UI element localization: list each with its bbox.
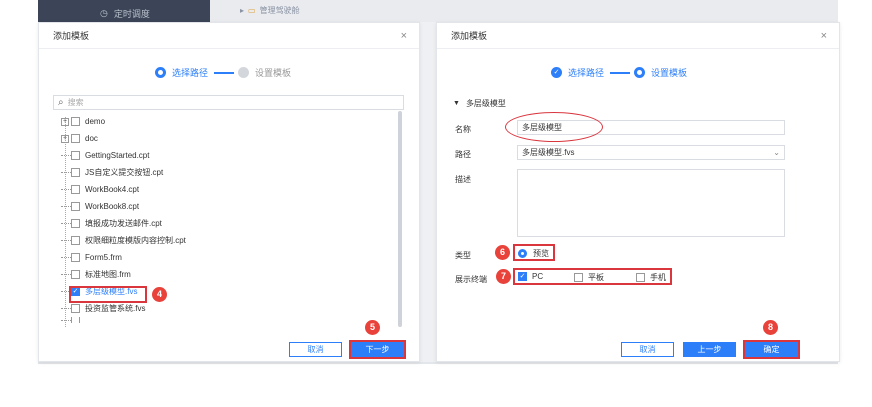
add-template-dialog-step2: 添加模板 × ✓ 选择路径 设置模板 ▼ 多层级模型 名称 多层级模型 路径 多… [436, 22, 840, 362]
folder-icon: ▭ [248, 6, 256, 15]
tree-file[interactable]: GettingStarted.cpt [61, 147, 391, 164]
step-badge-7: 7 [496, 269, 511, 284]
step-badge-8: 8 [763, 320, 778, 335]
tree-file[interactable]: 标准地图.frm [61, 266, 391, 283]
checkbox[interactable] [71, 317, 80, 323]
type-radio-preview[interactable]: 预览 [518, 248, 549, 259]
background-gap [420, 22, 436, 362]
tree-item-dashboard[interactable]: ▸ ▭ 管理驾驶舱 [240, 5, 300, 16]
step-connector [214, 71, 235, 74]
tree-connector [61, 155, 71, 156]
tree-file[interactable]: WorkBook8.cpt [61, 198, 391, 215]
tree-scrollbar[interactable] [398, 111, 402, 327]
highlight-confirm-button [743, 340, 800, 359]
annotation-ellipse [505, 112, 603, 142]
terminal-option-phone[interactable]: 手机 [636, 272, 666, 283]
tree-connector [61, 240, 71, 241]
expand-icon[interactable]: + [61, 117, 69, 126]
checkbox[interactable] [71, 185, 80, 194]
tree-file[interactable]: Form5.frm [61, 249, 391, 266]
step-badge-5: 5 [365, 320, 380, 335]
dialog-title: 添加模板 [53, 31, 90, 41]
radio-selected[interactable] [518, 249, 527, 258]
dialog-title: 添加模板 [451, 31, 488, 41]
highlight-selected-file [69, 286, 147, 303]
tree-file[interactable]: 权限细粒度模版内容控制.cpt [61, 232, 391, 249]
checkbox[interactable] [71, 202, 80, 211]
terminal-option-pc[interactable]: ✓ PC [518, 272, 543, 281]
tree-connector [61, 257, 71, 258]
checkbox[interactable] [71, 134, 80, 143]
sidebar-item-schedule[interactable]: ◷ 定时调度 [100, 7, 150, 20]
checkbox[interactable] [71, 236, 80, 245]
checkbox[interactable] [71, 270, 80, 279]
tree-file-partial[interactable] [61, 317, 391, 323]
clock-icon: ◷ [100, 8, 108, 18]
step-done-check-icon: ✓ [551, 67, 562, 78]
checkbox-checked[interactable]: ✓ [518, 272, 527, 281]
cancel-button[interactable]: 取消 [621, 342, 674, 357]
step-indicator: 选择路径 设置模板 [155, 66, 291, 79]
tree-connector [61, 172, 71, 173]
name-label: 名称 [455, 125, 471, 134]
path-select[interactable]: 多层级模型.fvs ⌄ [517, 145, 785, 160]
step-1-label: 选择路径 [172, 68, 209, 78]
search-input[interactable]: ⌕ 搜索 [53, 95, 404, 110]
tree-file[interactable]: JS自定义提交按钮.cpt [61, 164, 391, 181]
caret-right-icon: ▸ [240, 6, 245, 15]
tree-connector [61, 274, 71, 275]
path-label: 路径 [455, 150, 471, 159]
dialog-header: 添加模板 × [39, 23, 419, 49]
step-2-label: 设置模板 [255, 68, 292, 78]
description-textarea[interactable] [517, 169, 785, 237]
step-badge-6: 6 [495, 245, 510, 260]
prev-step-button[interactable]: 上一步 [683, 342, 736, 357]
background-bottom-edge [38, 362, 838, 364]
checkbox[interactable] [71, 168, 80, 177]
terminal-label: 展示终端 [455, 275, 487, 284]
step-2-label: 设置模板 [651, 68, 688, 78]
step-1-label: 选择路径 [568, 68, 605, 78]
tree-folder[interactable]: + doc [61, 130, 391, 147]
checkbox[interactable] [71, 117, 80, 126]
tree-file[interactable]: 填报成功发送邮件.cpt [61, 215, 391, 232]
description-label: 描述 [455, 175, 471, 184]
tree-connector [61, 308, 71, 309]
step-2-dot [634, 67, 646, 78]
close-icon[interactable]: × [401, 30, 407, 42]
step-badge-4: 4 [152, 287, 167, 302]
caret-down-icon: ▼ [453, 100, 460, 107]
close-icon[interactable]: × [821, 30, 827, 42]
tree-file[interactable]: WorkBook4.cpt [61, 181, 391, 198]
checkbox[interactable] [71, 304, 80, 313]
dialog-header: 添加模板 × [437, 23, 839, 49]
highlight-next-button [349, 340, 406, 359]
section-header[interactable]: ▼ 多层级模型 [453, 98, 506, 109]
checkbox[interactable] [71, 219, 80, 228]
type-label: 类型 [455, 251, 471, 260]
tree-connector [61, 319, 71, 321]
add-template-dialog-step1: 添加模板 × 选择路径 设置模板 ⌕ 搜索 + demo + doc Getti… [38, 22, 420, 362]
expand-icon[interactable]: + [61, 134, 69, 143]
tree-connector [61, 206, 71, 207]
step-indicator: ✓ 选择路径 设置模板 [551, 66, 687, 79]
terminal-option-tablet[interactable]: 平板 [574, 272, 604, 283]
tree-folder[interactable]: + demo [61, 113, 391, 130]
chevron-down-icon: ⌄ [773, 148, 780, 157]
step-1-dot [155, 67, 166, 78]
checkbox[interactable] [636, 273, 645, 282]
tree-connector [61, 223, 71, 224]
checkbox[interactable] [71, 253, 80, 262]
search-icon: ⌕ [58, 97, 64, 108]
checkbox[interactable] [574, 273, 583, 282]
step-2-dot [238, 67, 250, 78]
cancel-button[interactable]: 取消 [289, 342, 342, 357]
step-connector [610, 71, 631, 74]
tree-connector [61, 189, 71, 190]
checkbox[interactable] [71, 151, 80, 160]
